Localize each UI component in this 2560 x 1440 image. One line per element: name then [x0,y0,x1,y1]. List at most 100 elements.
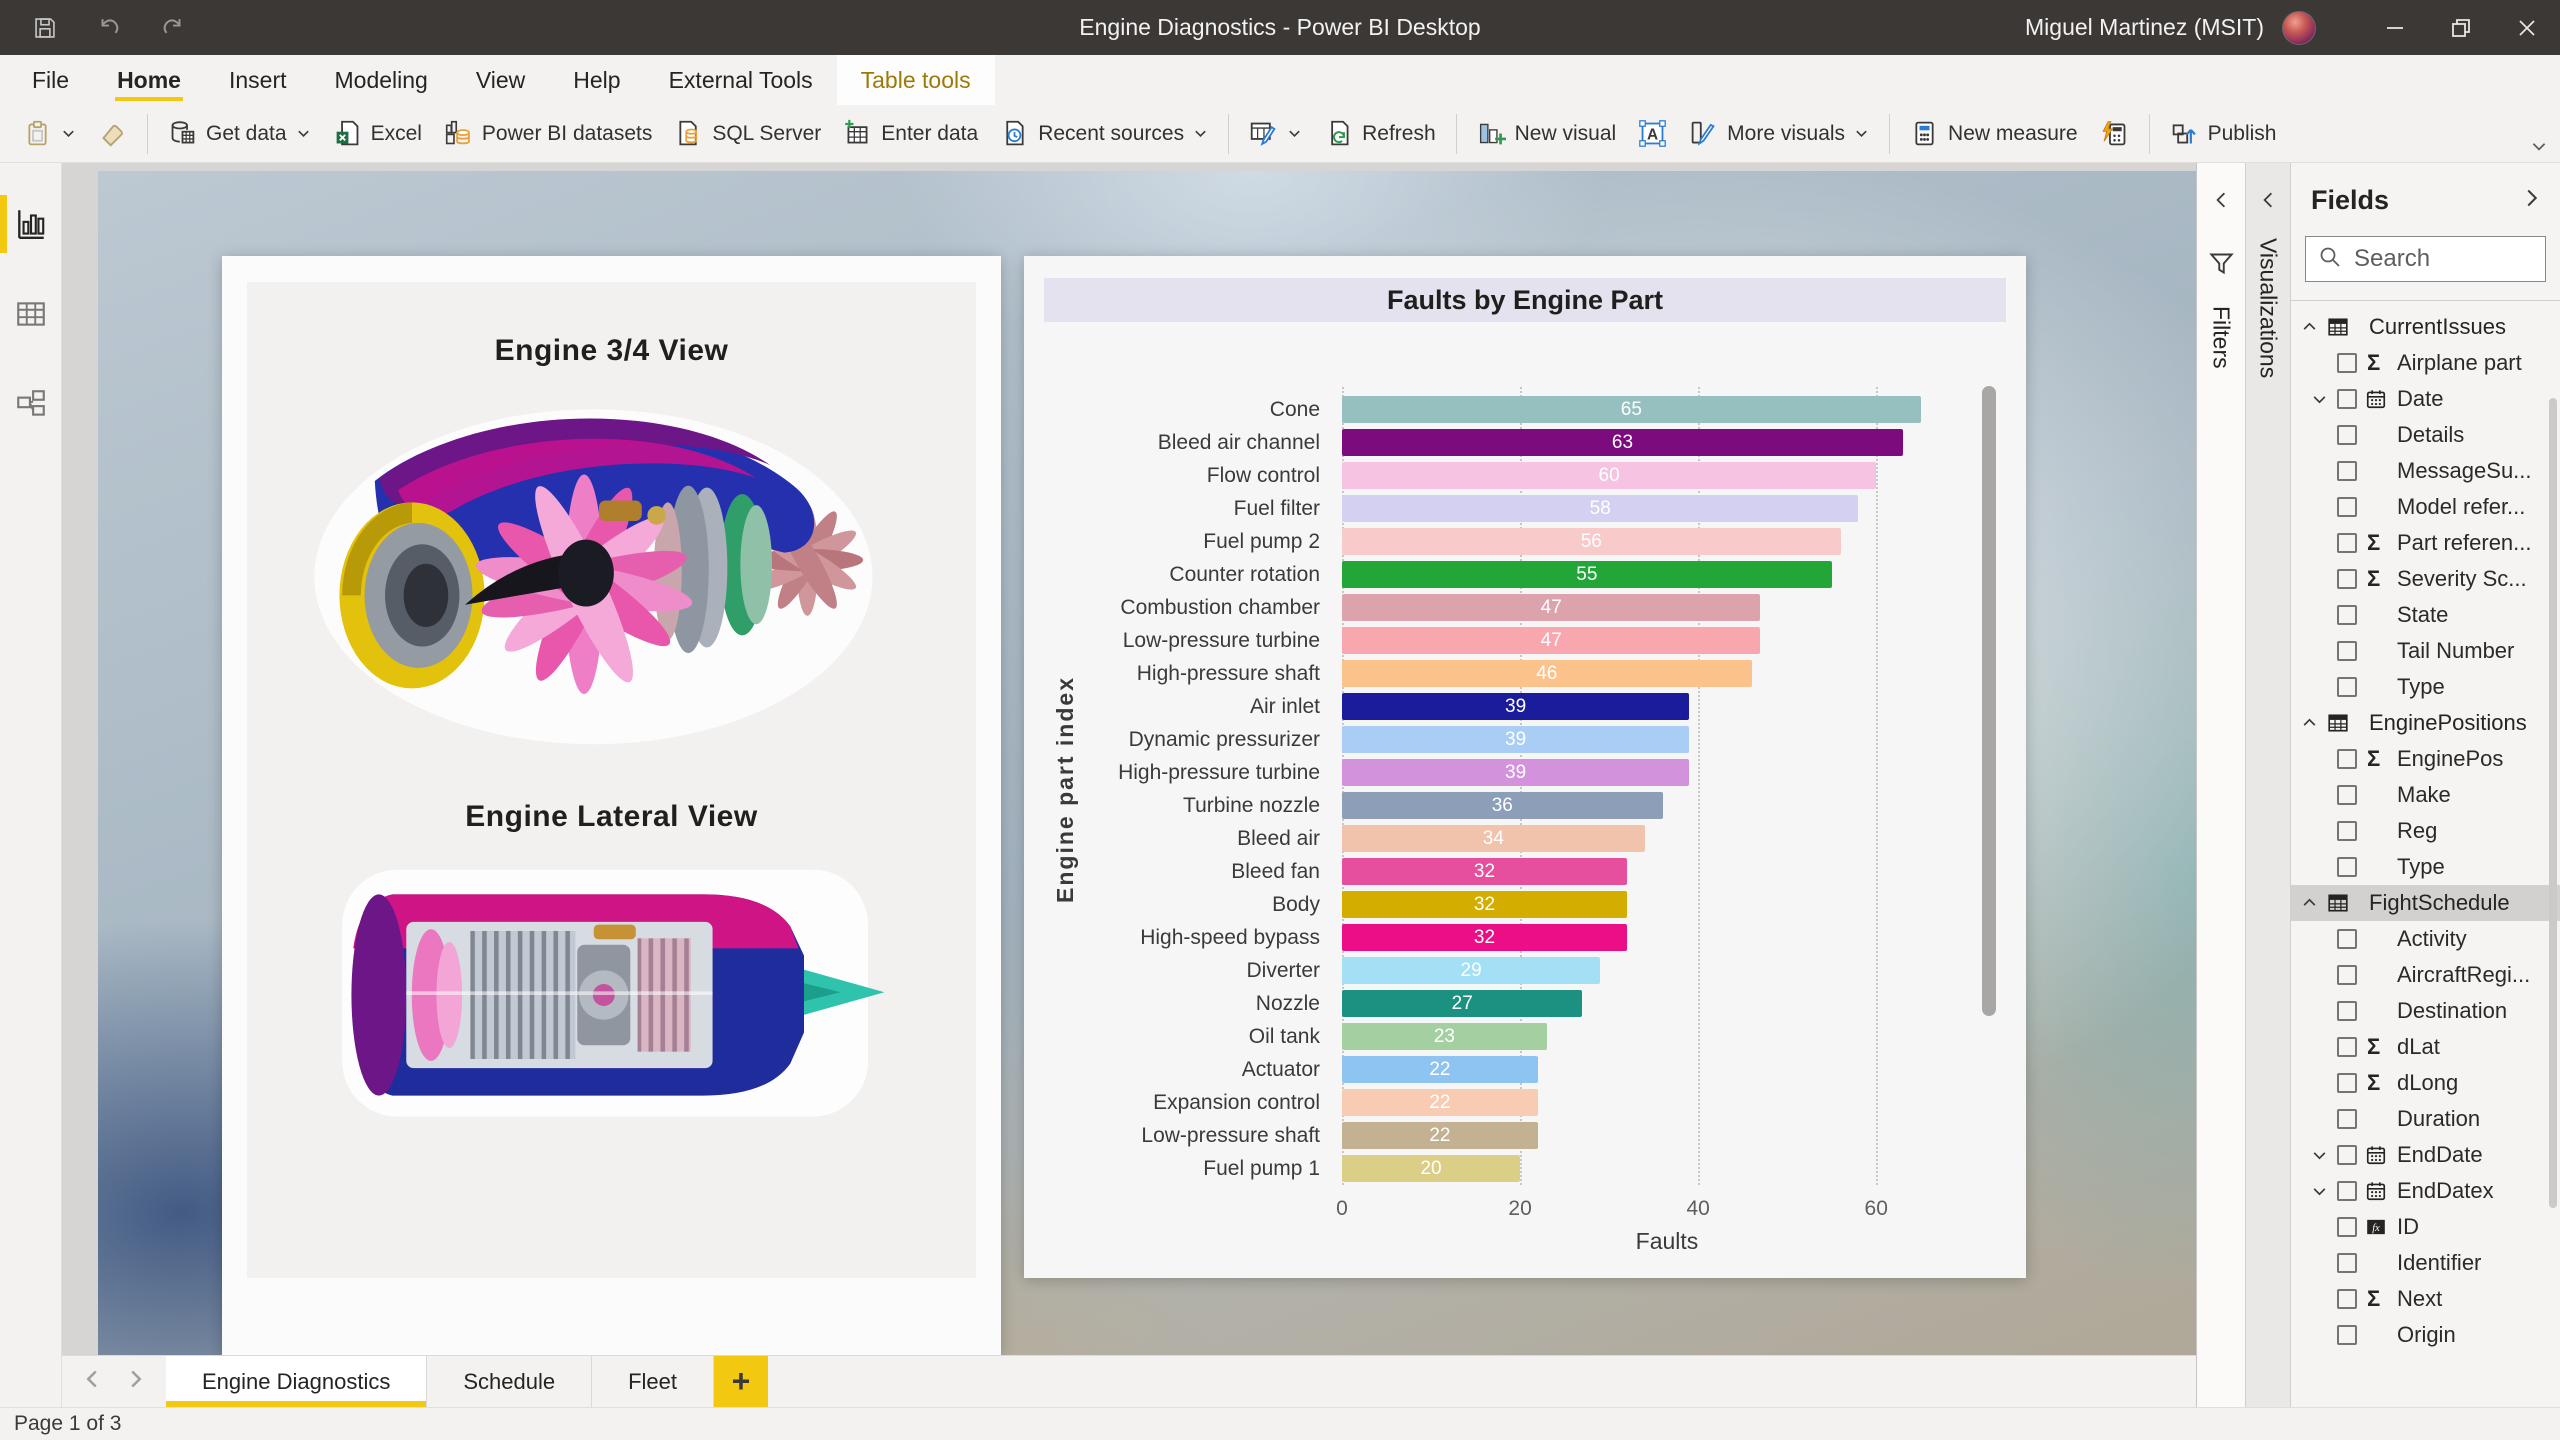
chart-bar[interactable]: 34 [1342,825,1645,852]
chart-bar[interactable]: 32 [1342,924,1627,951]
field-checkbox[interactable] [2337,1181,2357,1201]
new-page-button[interactable]: + [714,1356,768,1407]
field-checkbox[interactable] [2337,1145,2357,1165]
chart-bar[interactable]: 22 [1342,1089,1538,1116]
field-item-severity-sc[interactable]: ΣSeverity Sc... [2291,561,2560,597]
redo-icon[interactable] [160,15,186,41]
chart-bar[interactable]: 60 [1342,462,1876,489]
data-view-button[interactable] [0,297,61,331]
previous-page-icon[interactable] [84,1369,100,1394]
chart-bar[interactable]: 36 [1342,792,1663,819]
field-item-duration[interactable]: Duration [2291,1101,2560,1137]
field-checkbox[interactable] [2337,1217,2357,1237]
field-checkbox[interactable] [2337,497,2357,517]
chart-bar[interactable]: 22 [1342,1122,1538,1149]
field-table-fightschedule[interactable]: FightSchedule [2291,885,2560,921]
field-item-enddate[interactable]: EndDate [2291,1137,2560,1173]
field-checkbox[interactable] [2337,389,2357,409]
restore-icon[interactable] [2428,0,2494,55]
field-item-make[interactable]: Make [2291,777,2560,813]
report-view-button[interactable] [0,207,61,241]
field-checkbox[interactable] [2337,785,2357,805]
chart-bar[interactable]: 39 [1342,693,1689,720]
menu-insert[interactable]: Insert [205,55,311,105]
close-icon[interactable] [2494,0,2560,55]
chart-bar[interactable]: 20 [1342,1155,1520,1182]
field-item-airplane-part[interactable]: ΣAirplane part [2291,345,2560,381]
field-item-messagesu[interactable]: MessageSu... [2291,453,2560,489]
field-checkbox[interactable] [2337,1001,2357,1021]
chart-bar[interactable]: 39 [1342,726,1689,753]
save-icon[interactable] [32,15,58,41]
publish-button[interactable]: Publish [2159,119,2288,148]
model-view-button[interactable] [0,387,61,421]
quick-measure-button[interactable] [2089,119,2140,148]
chart-bar[interactable]: 39 [1342,759,1689,786]
field-item-date[interactable]: Date [2291,381,2560,417]
field-item-enginepos[interactable]: ΣEnginePos [2291,741,2560,777]
expand-filters-icon[interactable] [2212,191,2230,214]
undo-icon[interactable] [96,15,122,41]
chart-bar[interactable]: 23 [1342,1023,1547,1050]
fields-scrollbar[interactable] [2549,398,2557,1208]
field-checkbox[interactable] [2337,533,2357,553]
chart-bar[interactable]: 47 [1342,627,1760,654]
field-checkbox[interactable] [2337,1037,2357,1057]
field-table-currentissues[interactable]: CurrentIssues [2291,309,2560,345]
field-checkbox[interactable] [2337,569,2357,589]
menu-home[interactable]: Home [93,55,205,105]
field-checkbox[interactable] [2337,425,2357,445]
chart-bar[interactable]: 65 [1342,396,1921,423]
faults-bar-chart-visual[interactable]: Faults by Engine Part Engine part index … [1024,256,2026,1278]
filters-panel-label[interactable]: Filters [2208,306,2235,369]
field-item-enddatex[interactable]: EndDatex [2291,1173,2560,1209]
minimize-icon[interactable] [2362,0,2428,55]
collapse-ribbon-icon[interactable] [2530,137,2548,160]
field-item-dlong[interactable]: ΣdLong [2291,1065,2560,1101]
transform-data-button[interactable] [1238,119,1313,148]
field-checkbox[interactable] [2337,1325,2357,1345]
get-data-button[interactable]: Get data [157,119,322,148]
format-painter-button[interactable] [87,119,138,148]
menu-table-tools[interactable]: Table tools [837,55,995,105]
field-checkbox[interactable] [2337,965,2357,985]
refresh-button[interactable]: Refresh [1313,119,1447,148]
sql-server-button[interactable]: SQL Server [663,119,832,148]
field-checkbox[interactable] [2337,461,2357,481]
excel-button[interactable]: Excel [322,119,433,148]
field-item-origin[interactable]: Origin [2291,1317,2560,1353]
recent-sources-button[interactable]: Recent sources [989,119,1219,148]
field-item-dlat[interactable]: ΣdLat [2291,1029,2560,1065]
page-tab-fleet[interactable]: Fleet [592,1356,714,1407]
chart-bar[interactable]: 22 [1342,1056,1538,1083]
avatar[interactable] [2282,11,2316,45]
field-item-next[interactable]: ΣNext [2291,1281,2560,1317]
field-checkbox[interactable] [2337,605,2357,625]
field-item-part-referen[interactable]: ΣPart referen... [2291,525,2560,561]
fields-search-input[interactable] [2354,245,2504,273]
field-item-id[interactable]: fxID [2291,1209,2560,1245]
field-checkbox[interactable] [2337,821,2357,841]
new-measure-button[interactable]: New measure [1899,119,2089,148]
field-item-destination[interactable]: Destination [2291,993,2560,1029]
field-checkbox[interactable] [2337,641,2357,661]
field-checkbox[interactable] [2337,677,2357,697]
field-checkbox[interactable] [2337,857,2357,877]
field-item-type[interactable]: Type [2291,849,2560,885]
expand-visualizations-icon[interactable] [2259,191,2277,214]
field-checkbox[interactable] [2337,1253,2357,1273]
field-checkbox[interactable] [2337,749,2357,769]
field-item-type[interactable]: Type [2291,669,2560,705]
menu-view[interactable]: View [452,55,549,105]
chart-bar[interactable]: 27 [1342,990,1582,1017]
engine-views-visual[interactable]: Engine 3/4 View [222,256,1001,1355]
chart-scrollbar[interactable] [1982,386,1996,1016]
power-bi-datasets-button[interactable]: Power BI datasets [433,119,663,148]
field-item-tail-number[interactable]: Tail Number [2291,633,2560,669]
chart-bar[interactable]: 46 [1342,660,1752,687]
page-tab-schedule[interactable]: Schedule [427,1356,592,1407]
next-page-icon[interactable] [128,1369,144,1394]
field-checkbox[interactable] [2337,353,2357,373]
field-item-identifier[interactable]: Identifier [2291,1245,2560,1281]
field-item-reg[interactable]: Reg [2291,813,2560,849]
